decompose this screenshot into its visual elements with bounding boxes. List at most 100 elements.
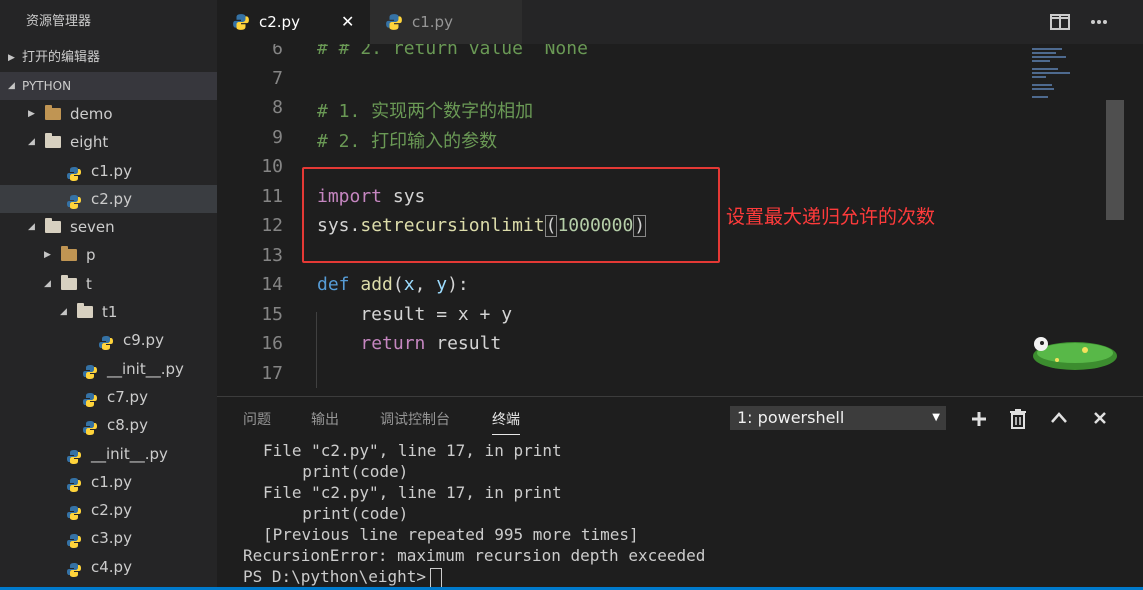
tree-file[interactable]: c9.py — [0, 326, 217, 354]
python-icon — [66, 502, 82, 521]
tree-item-label: __init__.py — [91, 444, 168, 463]
open-editors-label: 打开的编辑器 — [22, 50, 101, 65]
tab-c2[interactable]: c2.py ✕ — [217, 0, 370, 44]
python-icon — [66, 446, 82, 464]
python-icon — [66, 191, 82, 209]
editor-tab-bar: c2.py ✕ c1.py — [217, 0, 1143, 44]
tree-file[interactable]: c2.py — [0, 496, 217, 524]
code-line: 8 # 1. 实现两个数字的相加 — [217, 93, 1107, 123]
tree-folder[interactable]: ▶ p — [0, 241, 217, 269]
function-token: add — [349, 274, 393, 295]
tree-folder[interactable]: ◢ t1 — [0, 298, 217, 326]
decorative-leaf-sticker — [1033, 337, 1117, 370]
terminal-line: print(code) — [283, 462, 409, 481]
tab-debug-console[interactable]: 调试控制台 — [380, 409, 450, 429]
tab-problems[interactable]: 问题 — [243, 409, 271, 429]
folder-icon — [61, 246, 77, 263]
explorer-title: 资源管理器 — [26, 14, 92, 29]
tab-c1[interactable]: c1.py — [370, 0, 522, 44]
tree-folder[interactable]: ◢ eight — [0, 128, 217, 156]
tree-item-label: t1 — [102, 303, 118, 322]
highlight-box — [302, 167, 720, 263]
tree-file[interactable]: c7.py — [0, 383, 217, 411]
chevron-down-icon: ◢ — [28, 222, 35, 233]
editor-scroll-thumb[interactable] — [1106, 100, 1124, 220]
tree-file[interactable]: c3.py — [0, 524, 217, 552]
close-icon[interactable]: ✕ — [341, 0, 354, 44]
python-icon — [66, 474, 82, 492]
python-icon — [233, 14, 249, 30]
line-number: 8 — [272, 97, 283, 118]
chevron-right-icon: ▶ — [28, 109, 35, 119]
chevron-up-icon[interactable] — [1050, 411, 1068, 425]
tree-item-label: c2.py — [91, 189, 132, 208]
tree-folder[interactable]: ◢ seven — [0, 213, 217, 241]
code-text: # 2. 打印输入的参数 — [317, 130, 498, 152]
code-line: 16 return result — [217, 329, 1107, 359]
terminal-select[interactable]: 1: powershell ▼ — [730, 406, 946, 430]
code-text: # 1. 实现两个数字的相加 — [317, 101, 534, 122]
line-number: 13 — [261, 244, 283, 266]
chevron-down-icon: ◢ — [28, 137, 35, 148]
tree-file[interactable]: c8.py — [0, 411, 217, 439]
folder-icon — [45, 105, 61, 122]
chevron-down-icon: ◢ — [8, 81, 15, 91]
tree-file[interactable]: __init__.py — [0, 355, 217, 383]
python-icon — [82, 361, 98, 379]
tab-terminal[interactable]: 终端 — [492, 409, 520, 435]
tab-c2-label: c2.py — [259, 13, 300, 31]
python-icon — [66, 530, 82, 549]
line-number: 6 — [272, 44, 283, 59]
bottom-panel: 问题 输出 调试控制台 终端 1: powershell ▼ File "c2.… — [217, 396, 1143, 590]
python-root-section[interactable]: ◢ PYTHON — [0, 72, 217, 100]
punct-token: ( — [392, 274, 404, 295]
add-terminal-icon[interactable] — [970, 410, 988, 428]
tree-folder[interactable]: ▶ demo — [0, 100, 217, 128]
chevron-down-icon: ◢ — [44, 278, 51, 289]
identifier-token: result — [425, 333, 502, 354]
tree-item-label: demo — [70, 105, 113, 123]
line-number: 14 — [261, 274, 283, 295]
keyword-token: return — [360, 333, 426, 354]
trash-icon[interactable] — [1010, 409, 1026, 429]
file-tree: ▶ demo ◢ eight c1.py c2.py ◢ seven ▶ p ◢ t ◢ t1 c9.py _… — [0, 100, 217, 581]
tree-item-label: c7.py — [107, 387, 148, 406]
line-number: 15 — [261, 303, 283, 325]
close-icon[interactable] — [1093, 411, 1107, 425]
python-icon — [386, 14, 402, 30]
tree-file[interactable]: c1.py — [0, 157, 217, 185]
indent-guide — [316, 312, 317, 388]
more-actions-icon[interactable] — [1089, 13, 1109, 31]
keyword-token: def — [317, 274, 350, 295]
code-line: 6 # # 2. return value None — [217, 44, 1107, 64]
python-icon — [66, 559, 82, 577]
tree-folder[interactable]: ◢ t — [0, 270, 217, 298]
terminal-prompt[interactable]: PS D:\python\eight> — [243, 567, 443, 588]
terminal-select-value: 1: powershell — [737, 408, 845, 427]
split-editor-icon[interactable] — [1050, 13, 1070, 31]
terminal-line: File "c2.py", line 17, in print — [263, 441, 562, 460]
tree-file[interactable]: c4.py — [0, 553, 217, 581]
tree-item-label: c2.py — [91, 501, 132, 520]
param-token: x — [403, 274, 415, 295]
code-line: 17 — [217, 359, 1107, 389]
tree-item-label: t — [86, 274, 92, 293]
code-text: return result — [317, 333, 501, 354]
open-editors-section[interactable]: ▶ 打开的编辑器 — [0, 44, 217, 72]
code-text: # # 2. return value None — [317, 44, 588, 59]
terminal-line: print(code) — [283, 504, 409, 523]
punct-token: , — [414, 274, 437, 295]
code-editor[interactable]: 6 # # 2. return value None 7 8 # 1. 实现两个… — [217, 44, 1107, 396]
terminal-line: File "c2.py", line 17, in print — [263, 483, 562, 502]
annotation-text: 设置最大递归允许的次数 — [726, 206, 936, 228]
folder-open-icon — [61, 274, 77, 292]
code-line: 14 def add(x, y): — [217, 270, 1107, 300]
tab-output[interactable]: 输出 — [311, 409, 339, 429]
tree-item-label: c8.py — [107, 416, 148, 435]
tree-file[interactable]: c1.py — [0, 468, 217, 496]
param-token: y — [436, 274, 448, 295]
tree-file[interactable]: c2.py — [0, 184, 217, 214]
code-line: 9 # 2. 打印输入的参数 — [217, 123, 1107, 153]
code-text: def add(x, y): — [317, 274, 469, 295]
tree-file[interactable]: __init__.py — [0, 440, 217, 468]
